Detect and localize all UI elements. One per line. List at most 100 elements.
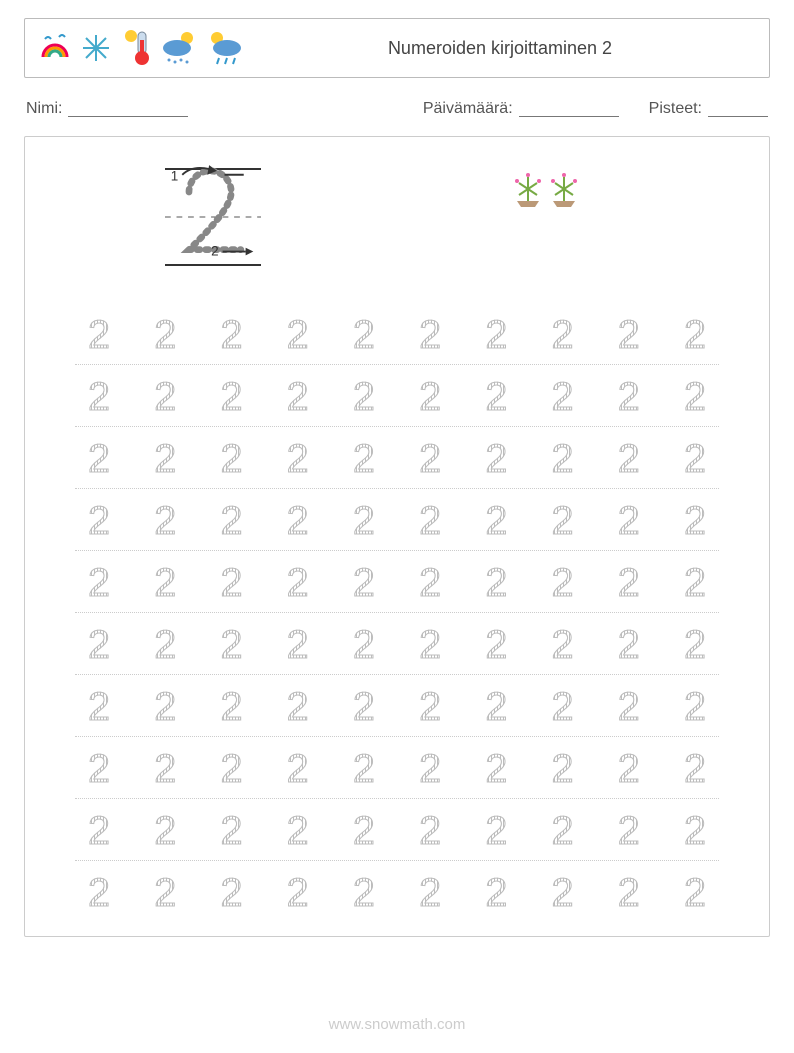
trace-digit[interactable]: 2 <box>472 313 520 358</box>
trace-digit[interactable]: 2 <box>340 375 388 420</box>
trace-digit[interactable]: 2 <box>340 809 388 854</box>
trace-digit[interactable]: 2 <box>605 623 653 668</box>
trace-digit[interactable]: 2 <box>141 809 189 854</box>
trace-digit[interactable]: 2 <box>406 623 454 668</box>
trace-digit[interactable]: 2 <box>671 561 719 606</box>
trace-digit[interactable]: 2 <box>406 871 454 916</box>
trace-digit[interactable]: 2 <box>539 871 587 916</box>
trace-digit[interactable]: 2 <box>406 561 454 606</box>
trace-digit[interactable]: 2 <box>539 623 587 668</box>
trace-digit[interactable]: 2 <box>406 437 454 482</box>
trace-digit[interactable]: 2 <box>472 747 520 792</box>
score-blank[interactable] <box>708 102 768 117</box>
trace-digit[interactable]: 2 <box>274 871 322 916</box>
date-blank[interactable] <box>519 102 619 117</box>
trace-digit[interactable]: 2 <box>472 623 520 668</box>
trace-digit[interactable]: 2 <box>539 561 587 606</box>
trace-digit[interactable]: 2 <box>75 623 123 668</box>
trace-digit[interactable]: 2 <box>207 375 255 420</box>
trace-digit[interactable]: 2 <box>75 499 123 544</box>
trace-digit[interactable]: 2 <box>671 809 719 854</box>
trace-digit[interactable]: 2 <box>274 313 322 358</box>
trace-digit[interactable]: 2 <box>340 685 388 730</box>
trace-digit[interactable]: 2 <box>274 809 322 854</box>
trace-digit[interactable]: 2 <box>472 375 520 420</box>
trace-digit[interactable]: 2 <box>605 499 653 544</box>
trace-digit[interactable]: 2 <box>472 871 520 916</box>
trace-digit[interactable]: 2 <box>141 685 189 730</box>
trace-digit[interactable]: 2 <box>605 809 653 854</box>
trace-digit[interactable]: 2 <box>472 561 520 606</box>
trace-digit[interactable]: 2 <box>539 313 587 358</box>
trace-digit[interactable]: 2 <box>274 499 322 544</box>
trace-digit[interactable]: 2 <box>207 871 255 916</box>
trace-digit[interactable]: 2 <box>141 871 189 916</box>
trace-digit[interactable]: 2 <box>274 561 322 606</box>
trace-digit[interactable]: 2 <box>75 561 123 606</box>
trace-digit[interactable]: 2 <box>340 437 388 482</box>
trace-digit[interactable]: 2 <box>671 437 719 482</box>
trace-digit[interactable]: 2 <box>340 623 388 668</box>
trace-digit[interactable]: 2 <box>539 685 587 730</box>
trace-digit[interactable]: 2 <box>207 561 255 606</box>
trace-digit[interactable]: 2 <box>472 499 520 544</box>
trace-digit[interactable]: 2 <box>539 747 587 792</box>
trace-digit[interactable]: 2 <box>406 375 454 420</box>
trace-digit[interactable]: 2 <box>141 375 189 420</box>
trace-digit[interactable]: 2 <box>141 499 189 544</box>
trace-digit[interactable]: 2 <box>340 499 388 544</box>
trace-digit[interactable]: 2 <box>207 685 255 730</box>
trace-digit[interactable]: 2 <box>472 809 520 854</box>
trace-digit[interactable]: 2 <box>75 809 123 854</box>
trace-digit[interactable]: 2 <box>605 561 653 606</box>
trace-digit[interactable]: 2 <box>472 437 520 482</box>
trace-digit[interactable]: 2 <box>406 809 454 854</box>
trace-digit[interactable]: 2 <box>340 871 388 916</box>
trace-digit[interactable]: 2 <box>539 375 587 420</box>
trace-digit[interactable]: 2 <box>406 747 454 792</box>
trace-digit[interactable]: 2 <box>141 437 189 482</box>
trace-digit[interactable]: 2 <box>75 685 123 730</box>
trace-digit[interactable]: 2 <box>274 685 322 730</box>
trace-digit[interactable]: 2 <box>406 499 454 544</box>
trace-digit[interactable]: 2 <box>671 871 719 916</box>
trace-digit[interactable]: 2 <box>207 809 255 854</box>
trace-digit[interactable]: 2 <box>605 437 653 482</box>
trace-digit[interactable]: 2 <box>274 375 322 420</box>
trace-digit[interactable]: 2 <box>274 623 322 668</box>
trace-digit[interactable]: 2 <box>207 499 255 544</box>
trace-digit[interactable]: 2 <box>539 499 587 544</box>
trace-digit[interactable]: 2 <box>406 313 454 358</box>
trace-digit[interactable]: 2 <box>539 809 587 854</box>
trace-digit[interactable]: 2 <box>605 685 653 730</box>
trace-digit[interactable]: 2 <box>340 747 388 792</box>
trace-digit[interactable]: 2 <box>207 747 255 792</box>
name-blank[interactable] <box>68 102 188 117</box>
trace-digit[interactable]: 2 <box>671 313 719 358</box>
trace-digit[interactable]: 2 <box>207 313 255 358</box>
trace-digit[interactable]: 2 <box>75 747 123 792</box>
trace-digit[interactable]: 2 <box>605 313 653 358</box>
trace-digit[interactable]: 2 <box>75 871 123 916</box>
trace-digit[interactable]: 2 <box>605 871 653 916</box>
trace-digit[interactable]: 2 <box>75 437 123 482</box>
trace-digit[interactable]: 2 <box>75 375 123 420</box>
trace-digit[interactable]: 2 <box>141 623 189 668</box>
trace-digit[interactable]: 2 <box>340 561 388 606</box>
trace-digit[interactable]: 2 <box>671 499 719 544</box>
trace-digit[interactable]: 2 <box>671 375 719 420</box>
trace-digit[interactable]: 2 <box>472 685 520 730</box>
trace-digit[interactable]: 2 <box>75 313 123 358</box>
trace-digit[interactable]: 2 <box>141 561 189 606</box>
trace-digit[interactable]: 2 <box>671 747 719 792</box>
trace-digit[interactable]: 2 <box>605 375 653 420</box>
trace-digit[interactable]: 2 <box>671 623 719 668</box>
trace-digit[interactable]: 2 <box>207 437 255 482</box>
trace-digit[interactable]: 2 <box>274 437 322 482</box>
trace-digit[interactable]: 2 <box>340 313 388 358</box>
trace-digit[interactable]: 2 <box>671 685 719 730</box>
trace-digit[interactable]: 2 <box>539 437 587 482</box>
trace-digit[interactable]: 2 <box>406 685 454 730</box>
trace-digit[interactable]: 2 <box>141 313 189 358</box>
trace-digit[interactable]: 2 <box>274 747 322 792</box>
